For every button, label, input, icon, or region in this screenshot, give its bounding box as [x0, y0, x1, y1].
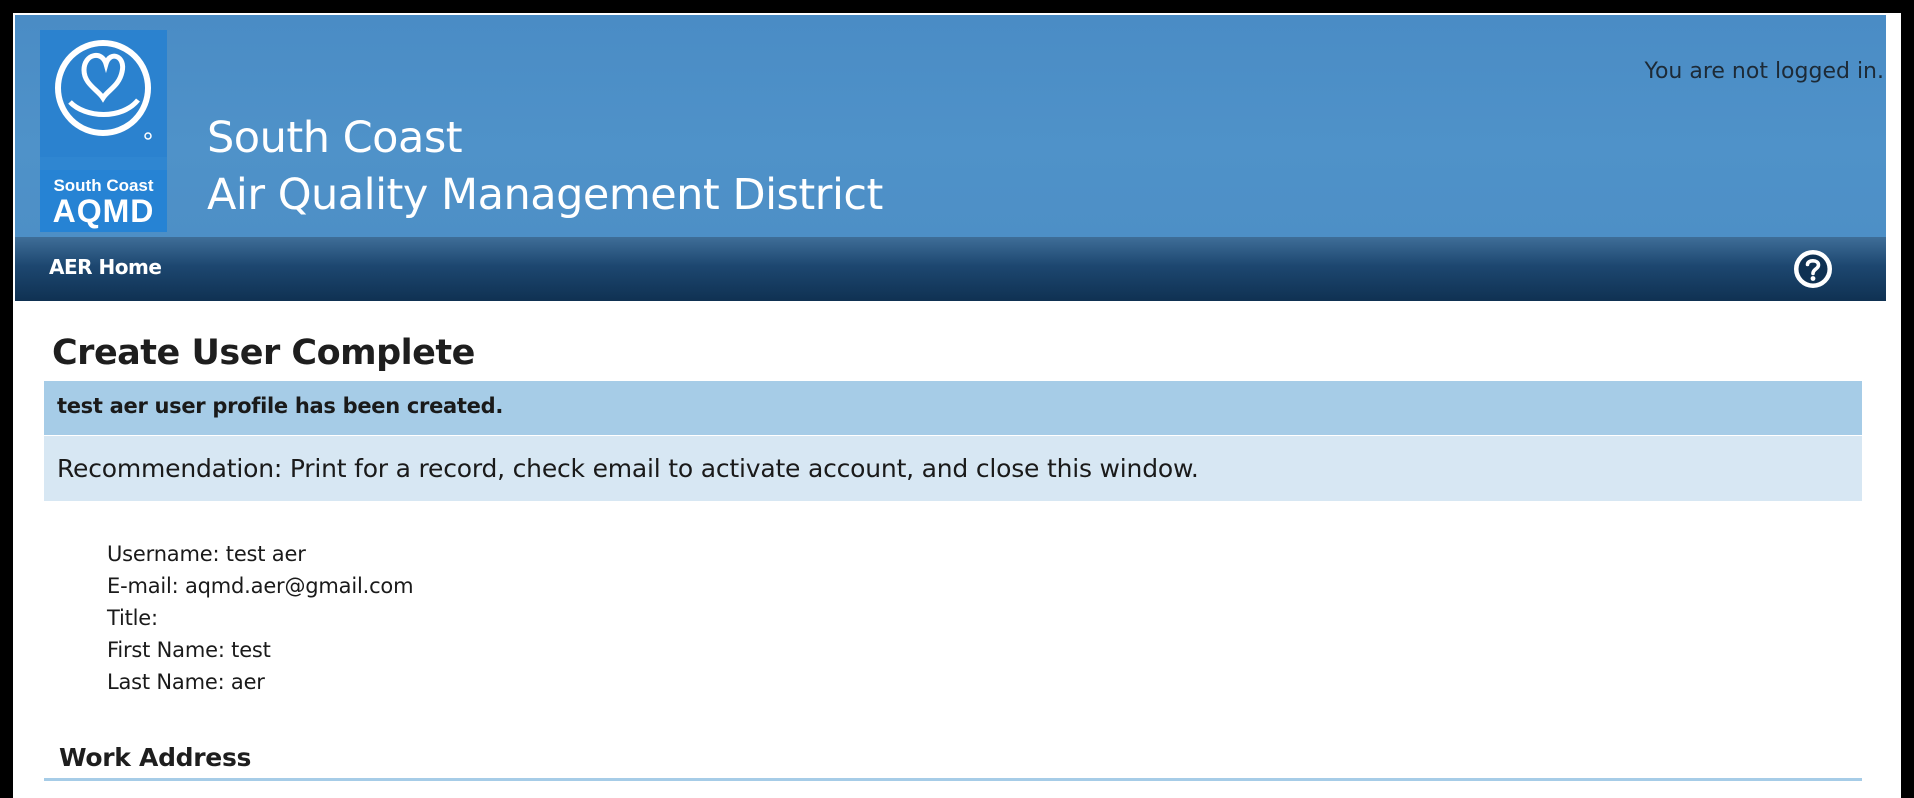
detail-first-name: First Name: test [107, 638, 271, 662]
login-status: You are not logged in. [1644, 59, 1884, 84]
aer-home-link[interactable]: AER Home [49, 255, 162, 279]
detail-title: Title: [107, 606, 158, 630]
success-message: test aer user profile has been created. [44, 381, 1862, 435]
detail-last-name: Last Name: aer [107, 670, 265, 694]
recommendation-message: Recommendation: Print for a record, chec… [44, 436, 1862, 501]
main-content: Create User Complete test aer user profi… [15, 301, 1886, 798]
user-details: Username: test aer E-mail: aqmd.aer@gmai… [107, 538, 414, 698]
org-name-line2: Air Quality Management District [207, 170, 883, 220]
aqmd-logo[interactable]: South Coast AQMD [40, 30, 167, 232]
site-header: South Coast AQMD South Coast Air Quality… [15, 15, 1886, 237]
aqmd-seal-icon [40, 30, 167, 157]
work-address-section: Work Address [44, 743, 1862, 781]
detail-username: Username: test aer [107, 542, 306, 566]
section-heading: Work Address [59, 743, 252, 772]
page-title: Create User Complete [52, 333, 475, 373]
org-name-line1: South Coast [207, 113, 463, 163]
detail-email: E-mail: aqmd.aer@gmail.com [107, 574, 414, 598]
help-circle-icon[interactable] [1791, 247, 1835, 291]
logo-wordmark: South Coast AQMD [40, 170, 167, 232]
nav-bar: AER Home [15, 237, 1886, 301]
logo-big-text: AQMD [52, 193, 155, 229]
